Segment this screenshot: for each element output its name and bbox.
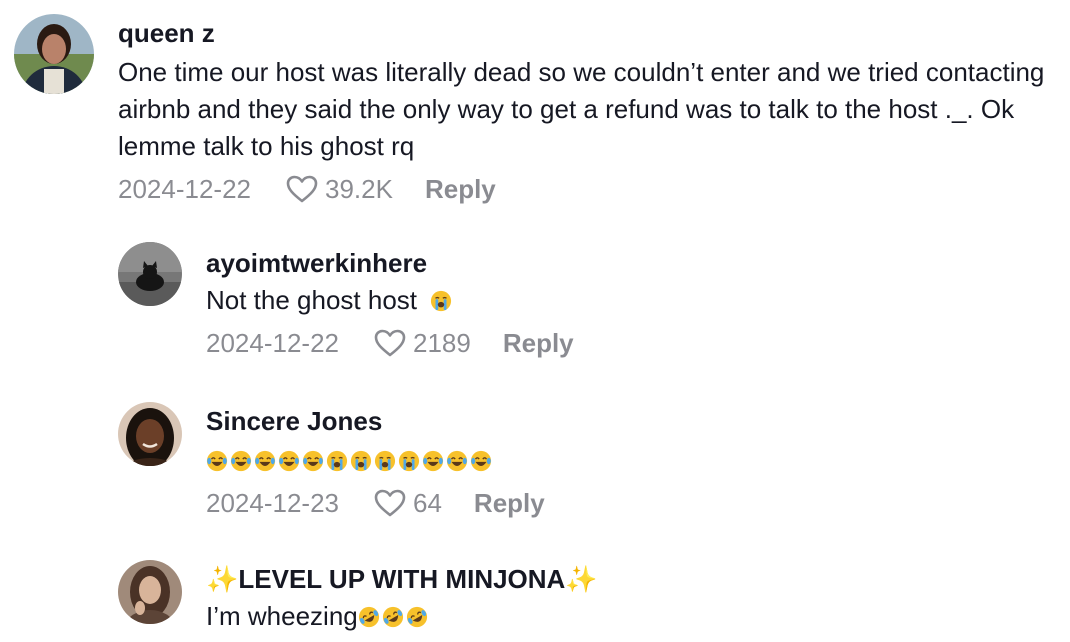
tears-of-joy-emoji [230, 450, 252, 471]
loudly-crying-face-emoji [431, 290, 452, 312]
heart-outline-icon [374, 329, 406, 357]
comment-text: I’m wheezing [206, 598, 598, 635]
loudly-crying-face-emoji [326, 450, 348, 471]
emoji-sequence [206, 450, 494, 472]
comment-meta: 2024-12-22 2189 Reply [206, 325, 574, 361]
comment-item: ayoimtwerkinhere Not the ghost host 2024… [118, 242, 574, 361]
comment-date: 2024-12-23 [206, 488, 339, 518]
reply-button[interactable]: Reply [425, 171, 496, 207]
rolling-on-floor-laughing-emoji [406, 606, 427, 627]
avatar[interactable] [118, 560, 182, 624]
comment-text: One time our host was literally dead so … [118, 57, 1045, 161]
rolling-on-floor-laughing-emoji [358, 606, 379, 627]
heart-outline-icon [374, 489, 406, 517]
comment-username[interactable]: Sincere Jones [206, 406, 545, 436]
comment-username-text: ✨LEVEL UP WITH MINJONA✨ [206, 564, 598, 594]
avatar[interactable] [118, 402, 182, 466]
comment-body: Sincere Jones 😂😂😂😂😂😭😭😭😭😂😂😂 2024-12-23 64… [206, 406, 545, 521]
loudly-crying-face-emoji [350, 450, 372, 471]
comment-meta: 2024-12-23 64 Reply [206, 485, 545, 521]
comment-username[interactable]: queen z [118, 18, 1048, 48]
like-count: 2189 [413, 328, 471, 358]
rolling-on-floor-laughing-emoji [382, 606, 403, 627]
avatar[interactable] [14, 14, 94, 94]
comment-item: ✨LEVEL UP WITH MINJONA✨ I’m wheezing [118, 560, 598, 635]
tears-of-joy-emoji [470, 450, 492, 471]
comment-item: Sincere Jones 😂😂😂😂😂😭😭😭😭😂😂😂 2024-12-23 64… [118, 402, 545, 521]
tears-of-joy-emoji [206, 450, 228, 471]
loudly-crying-face-emoji [398, 450, 420, 471]
reply-button[interactable]: Reply [503, 325, 574, 361]
comment-username[interactable]: ✨LEVEL UP WITH MINJONA✨ [206, 564, 598, 594]
like-count: 39.2K [325, 174, 393, 204]
emoji-sequence [358, 606, 430, 628]
comment-meta: 2024-12-22 39.2K Reply [118, 171, 1048, 207]
comment-body: ✨LEVEL UP WITH MINJONA✨ I’m wheezing [206, 564, 598, 635]
tears-of-joy-emoji [422, 450, 444, 471]
like-button[interactable]: 64 [373, 485, 442, 521]
reply-button[interactable]: Reply [474, 485, 545, 521]
comment-date: 2024-12-22 [206, 328, 339, 358]
like-button[interactable]: 39.2K [285, 171, 393, 207]
comment-body: ayoimtwerkinhere Not the ghost host 2024… [206, 248, 574, 361]
tears-of-joy-emoji [302, 450, 324, 471]
like-count: 64 [413, 488, 442, 518]
comment-text: Not the ghost host [206, 282, 574, 319]
tears-of-joy-emoji [446, 450, 468, 471]
comment-body: queen z One time our host was literally … [118, 18, 1048, 207]
tears-of-joy-emoji [254, 450, 276, 471]
comment-text: 😂😂😂😂😂😭😭😭😭😂😂😂 [206, 442, 545, 479]
comment-text-content: I’m wheezing [206, 601, 358, 631]
comment-date: 2024-12-22 [118, 174, 251, 204]
comment-username[interactable]: ayoimtwerkinhere [206, 248, 574, 278]
comment-item: queen z One time our host was literally … [14, 14, 1048, 207]
like-button[interactable]: 2189 [373, 325, 471, 361]
comment-text-content: Not the ghost host [206, 285, 418, 315]
loudly-crying-face-emoji [374, 450, 396, 471]
avatar[interactable] [118, 242, 182, 306]
tears-of-joy-emoji [278, 450, 300, 471]
heart-outline-icon [286, 175, 318, 203]
